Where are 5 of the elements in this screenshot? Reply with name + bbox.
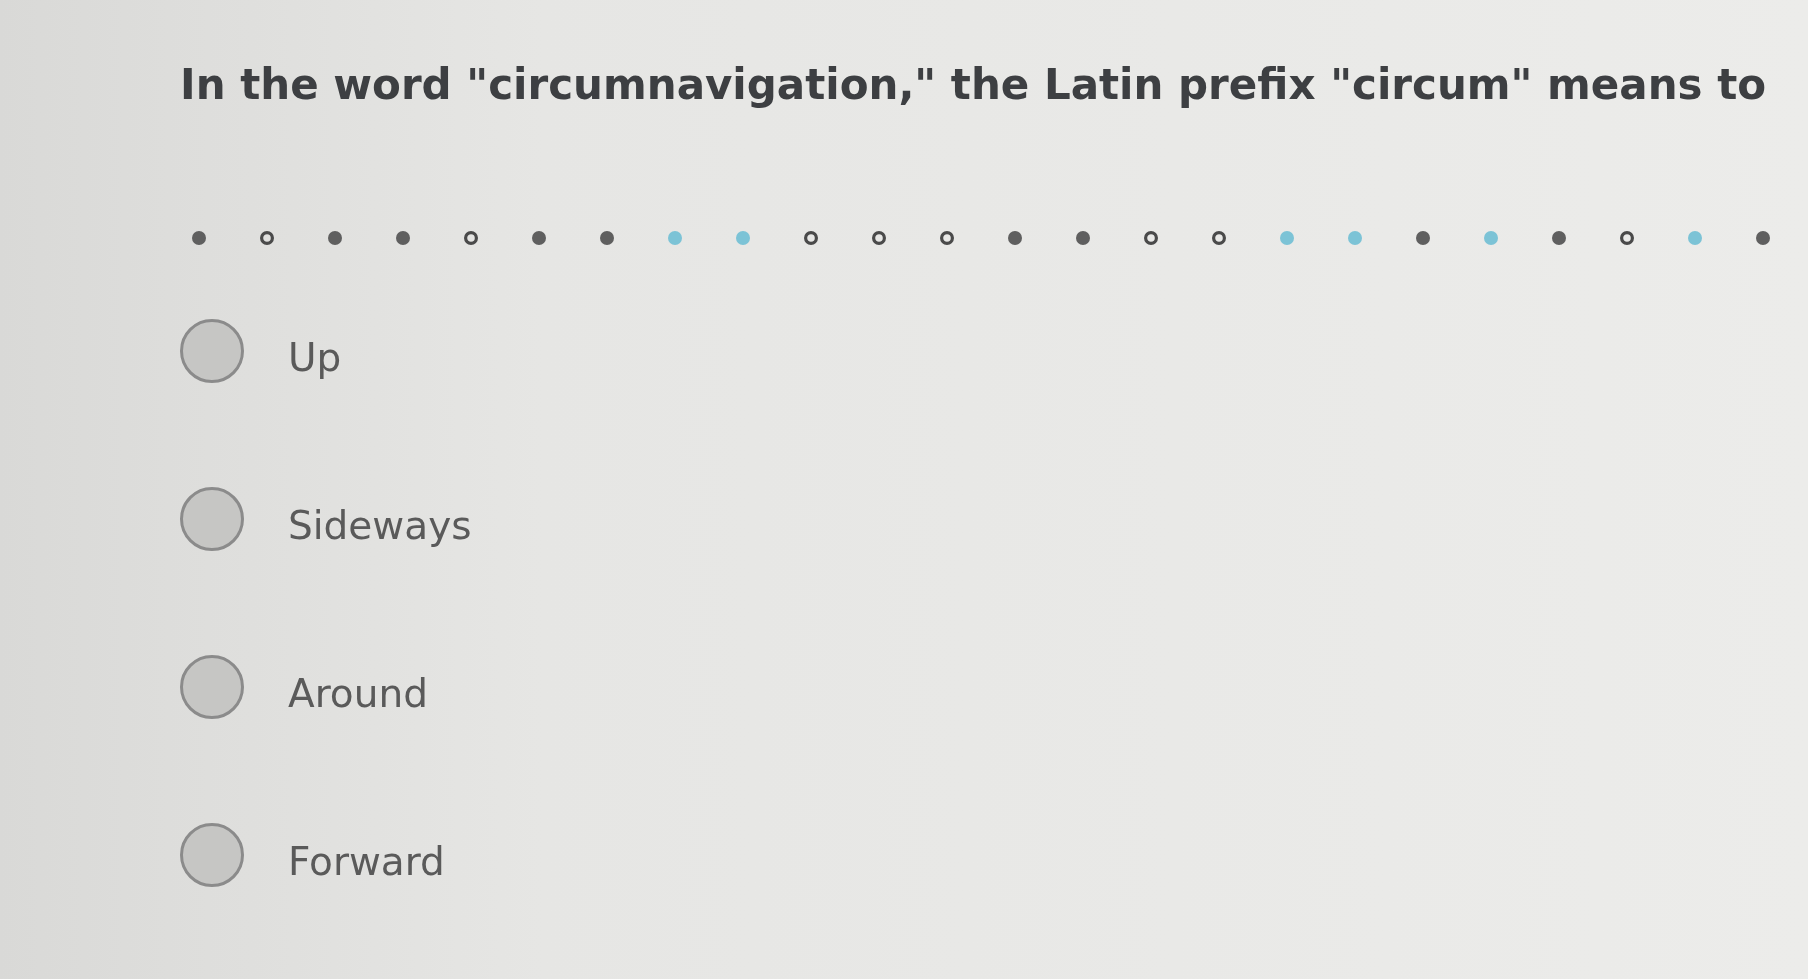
option-label[interactable]: Up bbox=[288, 335, 342, 381]
question-text: In the word "circumnavigation," the Latin prefix "circum" means to bbox=[180, 59, 1768, 111]
option-label[interactable]: Sideways bbox=[288, 503, 472, 549]
option-label[interactable]: Forward bbox=[288, 839, 445, 885]
option-label[interactable]: Around bbox=[288, 671, 428, 717]
